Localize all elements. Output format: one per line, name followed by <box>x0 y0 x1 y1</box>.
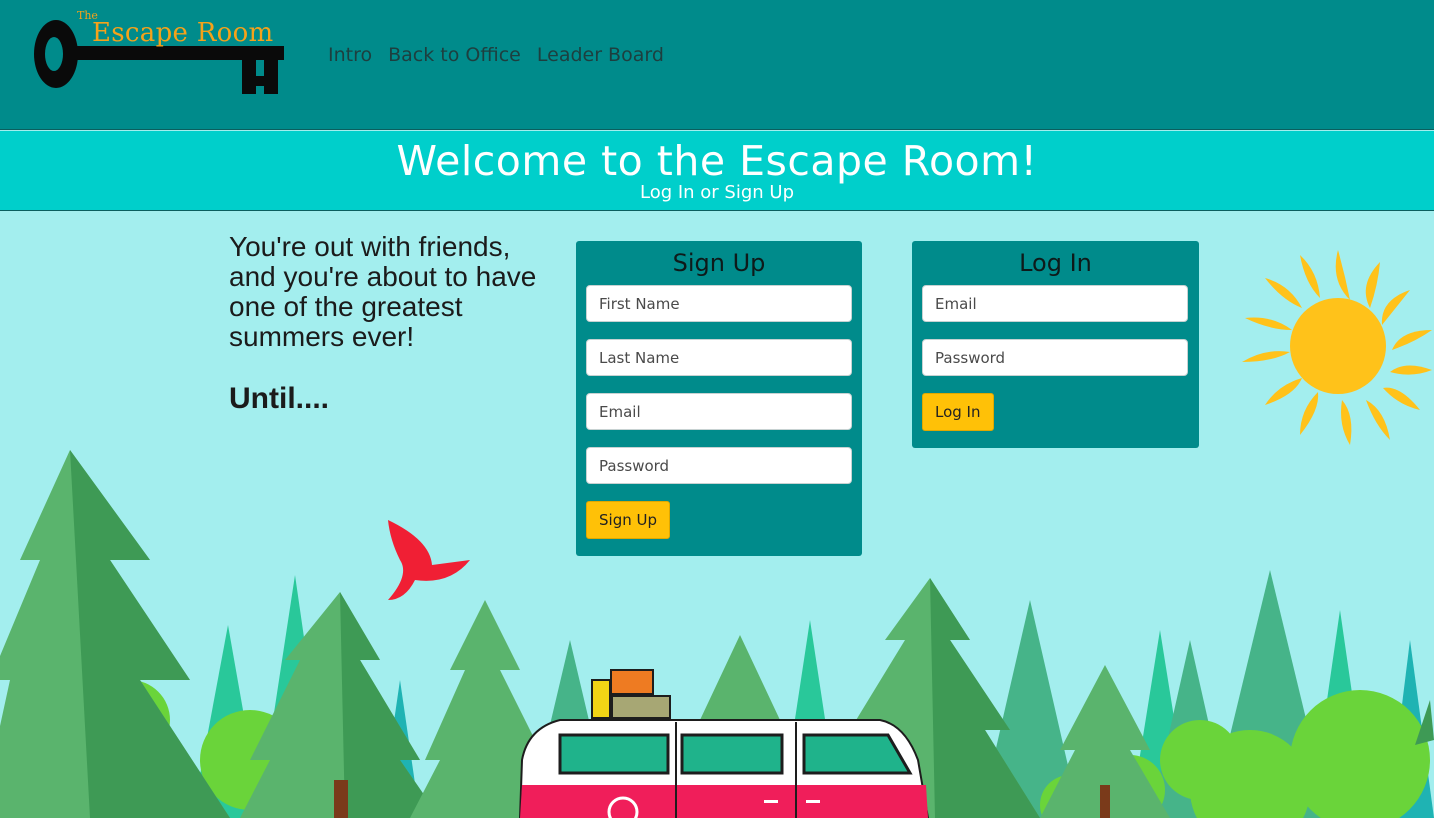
login-email-field[interactable] <box>922 285 1188 322</box>
signup-title: Sign Up <box>672 249 766 277</box>
page-title: Welcome to the Escape Room! <box>396 137 1038 185</box>
intro-section: You're out with friends, and you're abou… <box>229 232 549 416</box>
site-logo[interactable]: The Escape Room <box>30 8 292 100</box>
first-name-field[interactable] <box>586 285 852 322</box>
login-password-field[interactable] <box>922 339 1188 376</box>
login-form: Log In Log In <box>912 241 1199 448</box>
page-subtitle: Log In or Sign Up <box>639 182 795 203</box>
login-title: Log In <box>1019 249 1092 277</box>
last-name-field[interactable] <box>586 339 852 376</box>
sun-illustration <box>1242 250 1432 445</box>
nav-link-intro[interactable]: Intro <box>328 44 372 66</box>
signup-email-field[interactable] <box>586 393 852 430</box>
signup-button[interactable]: Sign Up <box>586 501 670 539</box>
nav-link-leader-board[interactable]: Leader Board <box>537 44 664 66</box>
nav-link-back-to-office[interactable]: Back to Office <box>388 44 521 66</box>
logo-title: Escape Room <box>92 18 274 48</box>
login-button[interactable]: Log In <box>922 393 994 431</box>
intro-until: Until.... <box>229 382 329 415</box>
navbar: The Escape Room Intro Back to Office Lea… <box>0 0 1434 130</box>
signup-password-field[interactable] <box>586 447 852 484</box>
bird-illustration <box>388 520 470 600</box>
intro-text: You're out with friends, and you're abou… <box>229 231 537 352</box>
signup-form: Sign Up Sign Up <box>576 241 862 556</box>
nav-links: Intro Back to Office Leader Board <box>328 44 664 66</box>
welcome-banner: Welcome to the Escape Room! Log In or Si… <box>0 131 1434 211</box>
